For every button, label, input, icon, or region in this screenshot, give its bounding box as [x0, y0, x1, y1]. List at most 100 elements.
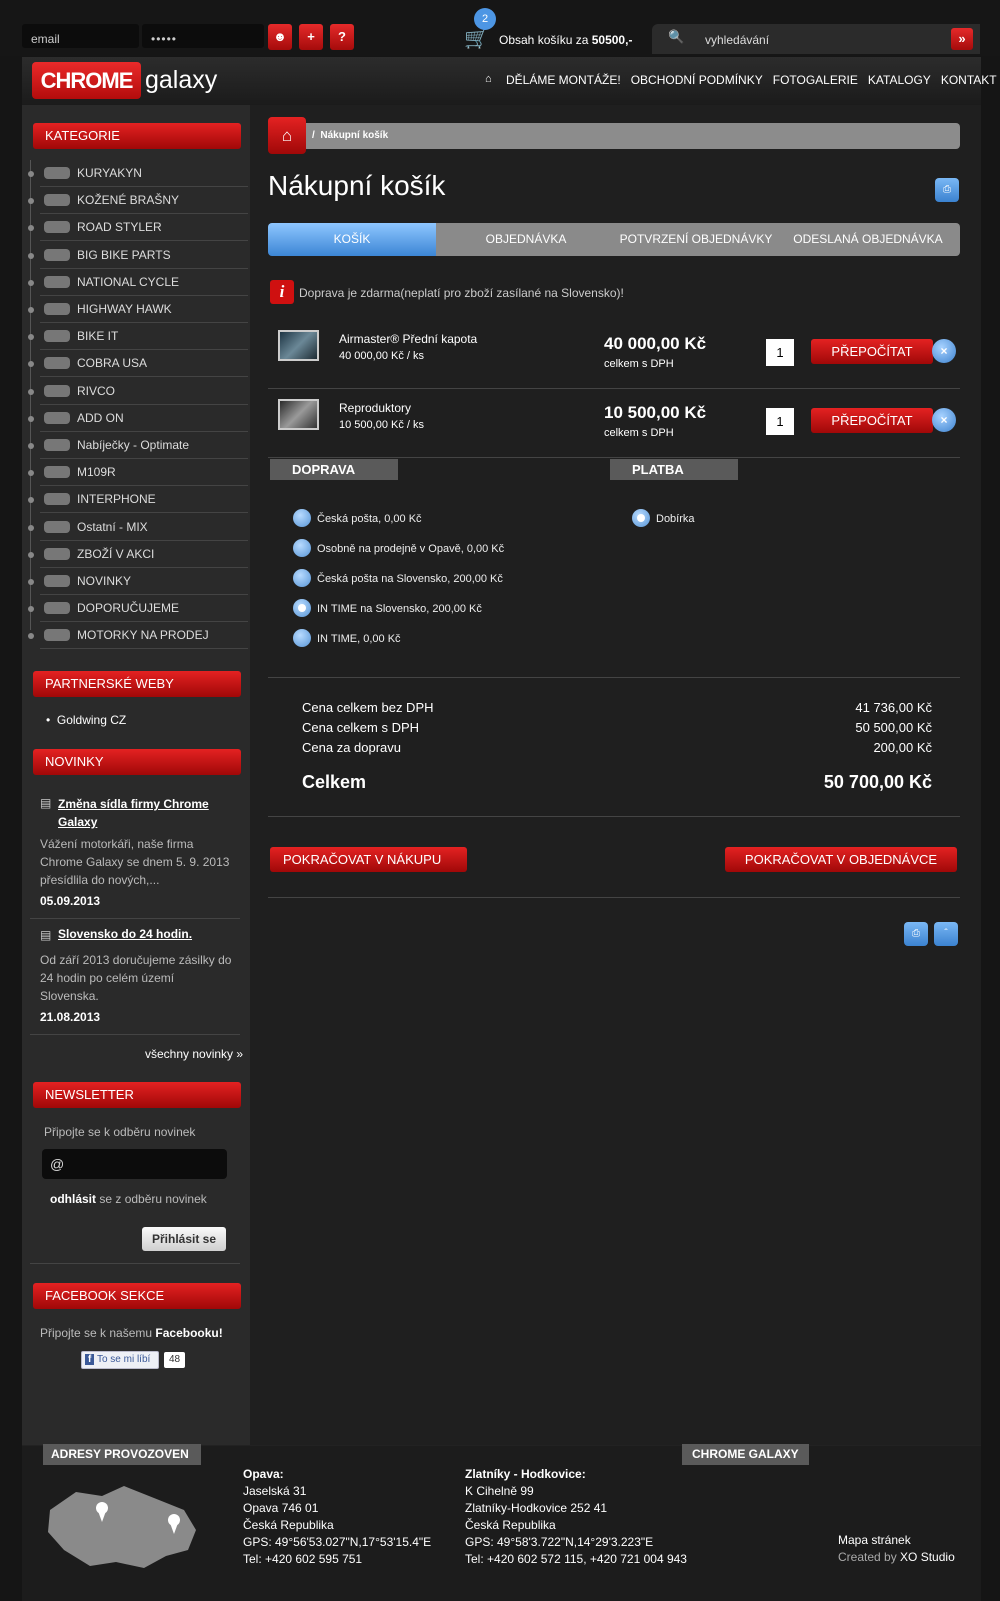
category-item[interactable]: COBRA USA: [40, 350, 248, 378]
category-item[interactable]: INTERPHONE: [40, 486, 248, 514]
category-item[interactable]: KOŽENÉ BRAŠNY: [40, 187, 248, 215]
address-line: Opava 746 01: [243, 1501, 319, 1515]
partner-link-goldwing[interactable]: • Goldwing CZ: [46, 713, 126, 727]
recalculate-button[interactable]: PŘEPOČÍTAT: [811, 339, 933, 364]
logo-brand[interactable]: CHROME: [32, 62, 141, 99]
summary-label: Cena celkem s DPH: [302, 720, 420, 735]
subscribe-button[interactable]: Přihlásit se: [142, 1227, 226, 1251]
bullet-icon: [28, 443, 34, 449]
category-item[interactable]: BIG BIKE PARTS: [40, 242, 248, 269]
search-submit-button[interactable]: »: [951, 28, 973, 50]
category-item[interactable]: KURYAKYN: [40, 160, 248, 187]
breadcrumb-current: / Nákupní košík: [312, 130, 389, 141]
address-line: Česká Republika: [243, 1518, 334, 1532]
bullet-icon: [28, 415, 34, 422]
shipping-radio[interactable]: [293, 599, 311, 617]
category-item[interactable]: ADD ON: [40, 405, 248, 432]
category-label: BIG BIKE PARTS: [77, 247, 171, 262]
category-item[interactable]: BIKE IT: [40, 323, 248, 351]
category-item[interactable]: HIGHWAY HAWK: [40, 296, 248, 323]
shipping-radio[interactable]: [293, 569, 311, 587]
categories-title: KATEGORIE: [33, 123, 241, 149]
category-item[interactable]: NOVINKY: [40, 568, 248, 595]
news-item-title[interactable]: Změna sídla firmy Chrome Galaxy: [58, 795, 228, 831]
category-item[interactable]: M109R: [40, 459, 248, 487]
newsletter-email-input[interactable]: @: [42, 1149, 227, 1179]
scroll-top-icon[interactable]: ˆ: [934, 922, 958, 946]
category-logo-icon: [44, 575, 70, 587]
address-line: Zlatníky - Hodkovice:: [465, 1467, 586, 1481]
product-name[interactable]: Airmaster® Přední kapota: [339, 332, 477, 346]
payment-radio[interactable]: [632, 509, 650, 527]
print-icon[interactable]: ⎙: [935, 178, 959, 202]
nav-fotogalerie[interactable]: FOTOGALERIE: [773, 73, 858, 87]
category-label: KURYAKYN: [77, 166, 142, 180]
search-input[interactable]: vyhledávání: [705, 33, 769, 47]
facebook-like-button[interactable]: f To se mi líbí: [81, 1351, 159, 1369]
cart-summary[interactable]: Obsah košíku za 50500,-: [499, 33, 632, 47]
nav-kontakt[interactable]: KONTAKT: [941, 73, 997, 87]
category-label: HIGHWAY HAWK: [77, 302, 172, 316]
category-item[interactable]: ROAD STYLER: [40, 214, 248, 242]
news-icon: ▤: [40, 928, 52, 942]
tab-odeslana[interactable]: ODESLANÁ OBJEDNÁVKA: [776, 223, 960, 256]
category-item[interactable]: ZBOŽÍ V AKCI: [40, 541, 248, 568]
category-logo-icon: [44, 602, 70, 615]
news-title: NOVINKY: [33, 749, 241, 775]
news-item-title[interactable]: Slovensko do 24 hodin.: [58, 927, 192, 941]
category-logo-icon: [44, 248, 70, 261]
logo-sub[interactable]: galaxy: [145, 66, 217, 95]
payment-label: Dobírka: [656, 513, 695, 525]
recalculate-button[interactable]: PŘEPOČÍTAT: [811, 408, 933, 433]
category-label: ADD ON: [77, 410, 124, 425]
all-news-link[interactable]: všechny novinky »: [145, 1047, 243, 1061]
shipping-radio[interactable]: [293, 509, 311, 527]
facebook-link[interactable]: Facebooku!: [155, 1326, 222, 1340]
sitemap-link[interactable]: Mapa stránek: [838, 1533, 911, 1547]
category-logo-icon: [44, 520, 70, 533]
category-item[interactable]: Ostatní - MIX: [40, 514, 248, 541]
partners-title: PARTNERSKÉ WEBY: [33, 671, 241, 697]
remove-item-icon[interactable]: ×: [932, 339, 956, 363]
continue-order-button[interactable]: POKRAČOVAT V OBJEDNÁVCE: [725, 847, 957, 872]
studio-link[interactable]: XO Studio: [900, 1550, 955, 1564]
product-image[interactable]: [278, 330, 319, 361]
quantity-input[interactable]: 1: [766, 339, 794, 366]
summary-value: 50 500,00 Kč: [855, 720, 932, 735]
newsletter-text: Připojte se k odběru novinek: [44, 1125, 196, 1139]
nav-katalogy[interactable]: KATALOGY: [868, 73, 931, 87]
product-total-note: celkem s DPH: [604, 358, 674, 370]
tab-kosik[interactable]: KOŠÍK: [268, 223, 436, 256]
category-item[interactable]: RIVCO: [40, 378, 248, 405]
cart-count-badge: 2: [474, 8, 496, 30]
shipping-radio[interactable]: [293, 629, 311, 647]
shipping-label: IN TIME, 0,00 Kč: [317, 633, 401, 645]
nav-montaze[interactable]: DĚLÁME MONTÁŽE!: [506, 73, 621, 87]
category-item[interactable]: Nabíječky - Optimate: [40, 432, 248, 459]
register-icon[interactable]: +: [299, 24, 323, 50]
home-icon[interactable]: ⌂: [485, 73, 492, 85]
category-label: NATIONAL CYCLE: [77, 274, 180, 289]
address-line: K Cihelně 99: [465, 1484, 534, 1498]
shipping-radio[interactable]: [293, 539, 311, 557]
remove-item-icon[interactable]: ×: [932, 408, 956, 432]
product-name[interactable]: Reproduktory: [339, 401, 411, 415]
tab-potvrzeni[interactable]: POTVRZENÍ OBJEDNÁVKY: [616, 223, 776, 256]
product-image[interactable]: [278, 399, 319, 430]
quantity-input[interactable]: 1: [766, 408, 794, 435]
tab-objednavka[interactable]: OBJEDNÁVKA: [436, 223, 616, 256]
help-icon[interactable]: ?: [330, 24, 354, 50]
email-input[interactable]: email: [22, 24, 139, 48]
password-input[interactable]: •••••: [142, 24, 264, 48]
unsubscribe-link[interactable]: odhlásit: [50, 1192, 96, 1206]
address-line: Jaselská 31: [243, 1484, 307, 1498]
login-icon[interactable]: ☻: [268, 24, 292, 50]
print-icon[interactable]: ⎙: [904, 922, 928, 946]
continue-shopping-button[interactable]: POKRAČOVAT V NÁKUPU: [270, 847, 467, 872]
category-item[interactable]: MOTORKY NA PRODEJ: [40, 622, 248, 650]
category-item[interactable]: NATIONAL CYCLE: [40, 269, 248, 296]
category-item[interactable]: DOPORUČUJEME: [40, 595, 248, 623]
nav-podminky[interactable]: OBCHODNÍ PODMÍNKY: [631, 73, 763, 87]
category-logo-icon: [44, 303, 70, 315]
home-icon[interactable]: ⌂: [268, 117, 306, 154]
